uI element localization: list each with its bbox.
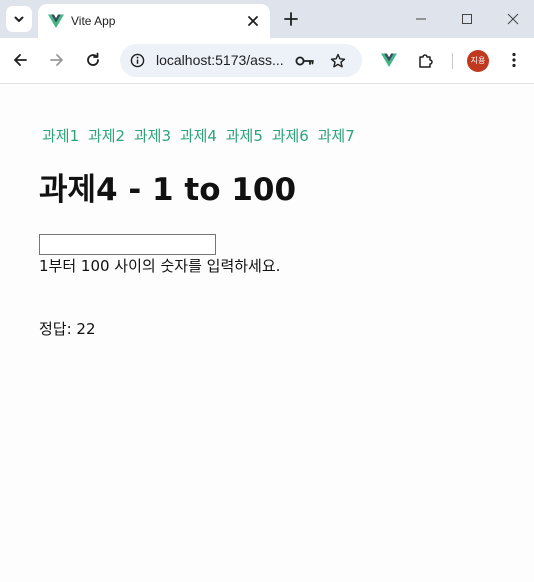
address-url[interactable]: localhost:5173/ass... — [156, 52, 284, 69]
extensions-button[interactable] — [414, 49, 436, 71]
nav-link-6[interactable]: 과제6 — [272, 127, 309, 145]
nav-link-3[interactable]: 과제3 — [134, 127, 171, 145]
minimize-button[interactable] — [410, 8, 432, 30]
extensions-icon — [418, 53, 433, 68]
site-info-button[interactable] — [128, 51, 147, 70]
forward-icon — [50, 54, 63, 66]
number-input[interactable] — [39, 234, 216, 255]
nav-link-1[interactable]: 과제1 — [42, 127, 79, 145]
toolbar-divider — [452, 53, 453, 69]
password-key-button[interactable] — [294, 51, 316, 70]
nav-link-4[interactable]: 과제4 — [180, 127, 217, 145]
nav-link-2[interactable]: 과제2 — [88, 127, 125, 145]
reload-button[interactable] — [82, 49, 104, 71]
reload-icon — [87, 52, 99, 66]
address-bar[interactable]: localhost:5173/ass... — [120, 44, 362, 77]
vue-devtools-icon — [381, 53, 397, 67]
vue-logo-icon — [48, 14, 64, 28]
menu-icon — [512, 52, 516, 68]
nav-link-5[interactable]: 과제5 — [226, 127, 263, 145]
back-button[interactable] — [9, 49, 31, 71]
forward-button[interactable] — [46, 49, 68, 71]
plus-icon — [284, 12, 298, 26]
browser-menu-button[interactable] — [503, 49, 525, 71]
tab-search-button[interactable] — [6, 6, 32, 32]
vue-devtools-button[interactable] — [378, 49, 400, 71]
assignment-nav: 과제1 과제2 과제3 과제4 과제5 과제6 과제7 — [39, 126, 356, 146]
browser-toolbar: localhost:5173/ass... 지용 — [0, 38, 534, 84]
maximize-icon — [462, 14, 472, 24]
key-icon — [295, 56, 314, 65]
bookmark-star-button[interactable] — [327, 51, 349, 70]
site-info-icon — [130, 53, 145, 68]
input-hint: 1부터 100 사이의 숫자를 입력하세요. — [39, 257, 281, 275]
minimize-icon — [416, 18, 426, 20]
new-tab-button[interactable] — [280, 8, 302, 30]
star-icon — [330, 53, 346, 68]
maximize-button[interactable] — [456, 8, 478, 30]
window-close-button[interactable] — [502, 8, 524, 30]
chevron-down-icon — [14, 16, 24, 22]
close-icon — [248, 16, 258, 26]
tab-close-button[interactable] — [244, 12, 262, 30]
back-icon — [14, 54, 27, 66]
nav-link-7[interactable]: 과제7 — [318, 127, 355, 145]
profile-avatar[interactable]: 지용 — [467, 50, 489, 72]
tab-strip: Vite App — [0, 0, 534, 38]
browser-tab[interactable]: Vite App — [38, 4, 270, 38]
page-title: 과제4 - 1 to 100 — [39, 172, 297, 208]
window-close-icon — [507, 13, 519, 25]
tab-title: Vite App — [71, 14, 116, 28]
answer-text: 정답: 22 — [39, 320, 96, 338]
